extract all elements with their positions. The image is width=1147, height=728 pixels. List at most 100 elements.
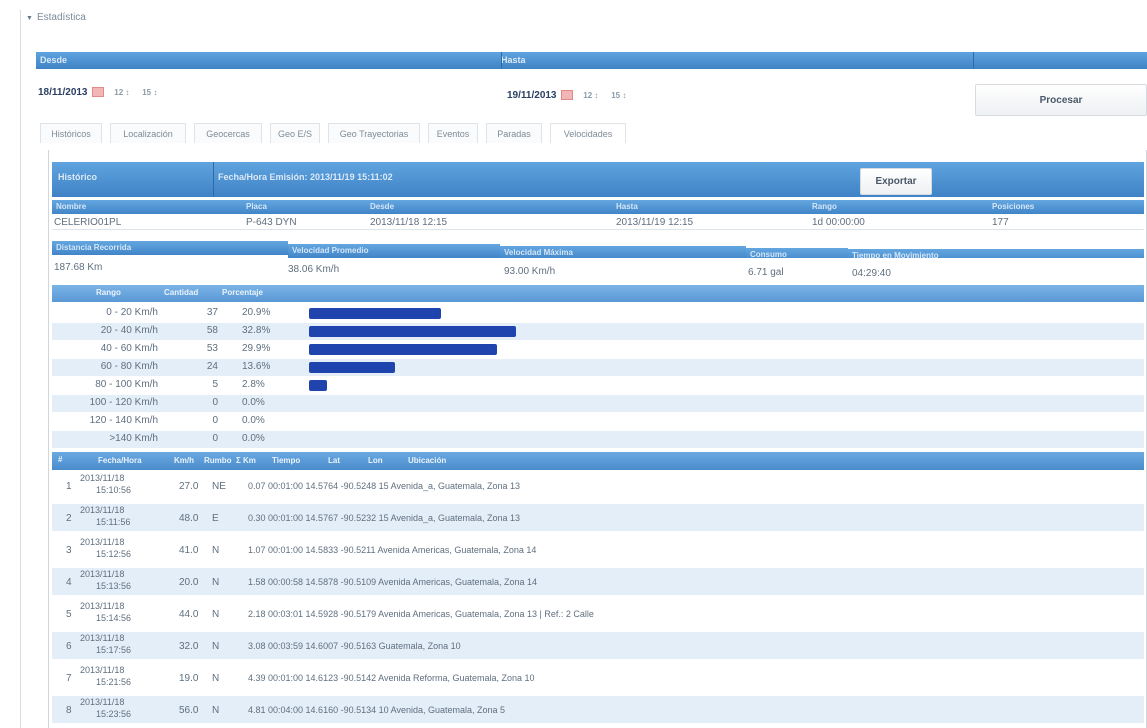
col-placa: Placa xyxy=(242,200,366,214)
from-hour-spinner[interactable]: 12 ↕ xyxy=(114,88,129,97)
range-row: 40 - 60 Km/h 53 29.9% xyxy=(52,341,1144,358)
range-count: 37 xyxy=(206,307,218,318)
table-row[interactable]: 4 2013/11/18 15:13:56 20.0 N 1.58 00:00:58 14… xyxy=(52,568,1144,595)
tab-velocidades[interactable]: Velocidades xyxy=(550,123,626,143)
row-index: 5 xyxy=(66,609,72,620)
range-percent: 29.9% xyxy=(242,343,271,354)
collapse-triangle-icon[interactable]: ▼ xyxy=(26,15,33,22)
range-label: 80 - 100 Km/h xyxy=(95,379,158,390)
row-speed: 27.0 xyxy=(179,481,199,492)
detail-header: # Fecha/Hora Km/h Rumbo Σ Km Tiempo Lat … xyxy=(52,452,1144,470)
row-details: 1.07 00:01:00 14.5833 -90.5211 Avenida A… xyxy=(248,545,537,555)
row-time: 15:14:56 xyxy=(96,613,132,623)
row-heading: N xyxy=(212,609,220,620)
range-count: 0 xyxy=(212,415,218,426)
tab-paradas[interactable]: Paradas xyxy=(486,123,542,143)
table-row[interactable]: 5 2013/11/18 15:14:56 44.0 N 2.18 00:03:01 14… xyxy=(52,600,1144,627)
vehicle-to: 2013/11/19 12:15 xyxy=(616,217,694,228)
distance-value: 187.68 Km xyxy=(54,262,103,273)
row-index: 6 xyxy=(66,641,72,652)
range-percent: 2.8% xyxy=(242,379,265,390)
range-count: 24 xyxy=(206,361,218,372)
row-time: 15:21:56 xyxy=(96,677,132,687)
row-date: 2013/11/18 xyxy=(80,505,125,515)
table-row[interactable]: 2 2013/11/18 15:11:56 48.0 E 0.30 00:01:00 14… xyxy=(52,504,1144,531)
section-header[interactable]: ▼ Estadística xyxy=(26,12,86,23)
row-heading: N xyxy=(212,545,220,556)
tab-geocercas[interactable]: Geocercas xyxy=(194,123,262,143)
row-time: 15:10:56 xyxy=(96,485,132,495)
row-date: 2013/11/18 xyxy=(80,537,125,547)
row-time: 15:11:56 xyxy=(96,517,131,527)
table-row[interactable]: 7 2013/11/18 15:21:56 19.0 N 4.39 00:01:00 14… xyxy=(52,664,1144,691)
vehicle-row: CELERIO01PL P-643 DYN 2013/11/18 12:15 2… xyxy=(52,215,1144,230)
row-time: 15:17:56 xyxy=(96,645,132,655)
row-heading: E xyxy=(212,513,219,524)
col-time: Tiempo xyxy=(272,456,301,465)
row-details: 4.39 00:01:00 14.6123 -90.5142 Avenida R… xyxy=(248,673,535,683)
row-details: 4.81 00:04:00 14.6160 -90.5134 10 Avenid… xyxy=(248,705,506,715)
tab-eventos[interactable]: Eventos xyxy=(428,123,478,143)
from-min-spinner[interactable]: 15 ↕ xyxy=(142,88,157,97)
range-label: 60 - 80 Km/h xyxy=(100,361,158,372)
vehicle-plate: P-643 DYN xyxy=(246,217,297,228)
to-hour-spinner[interactable]: 12 ↕ xyxy=(583,91,598,100)
from-date-input[interactable]: 18/11/2013 xyxy=(38,87,88,98)
col-count: Cantidad xyxy=(164,288,199,297)
ranges-header: Rango Cantidad Porcentaje xyxy=(52,285,1144,302)
col-lat: Lat xyxy=(328,456,340,465)
range-bar xyxy=(309,326,516,337)
row-date: 2013/11/18 xyxy=(80,601,125,611)
range-row: >140 Km/h 0 0.0% xyxy=(52,431,1144,448)
consumption-value: 6.71 gal xyxy=(748,267,784,278)
col-distancia: Distancia Recorrida xyxy=(52,241,288,255)
range-row: 100 - 120 Km/h 0 0.0% xyxy=(52,395,1144,412)
range-percent: 20.9% xyxy=(242,307,271,318)
range-count: 0 xyxy=(212,397,218,408)
to-date-input[interactable]: 19/11/2013 xyxy=(507,90,557,101)
historico-label: Histórico xyxy=(58,172,98,182)
col-lon: Lon xyxy=(368,456,383,465)
col-desde: Desde xyxy=(366,200,612,214)
to-min-spinner[interactable]: 15 ↕ xyxy=(611,91,626,100)
row-heading: N xyxy=(212,641,220,652)
row-index: 1 xyxy=(66,481,72,492)
divider xyxy=(213,162,214,197)
row-details: 2.18 00:03:01 14.5928 -90.5179 Avenida A… xyxy=(248,609,594,619)
vehicle-positions: 177 xyxy=(992,217,1009,228)
row-index: 3 xyxy=(66,545,72,556)
table-row[interactable]: 1 2013/11/18 15:10:56 27.0 NE 0.07 00:01:00 1… xyxy=(52,472,1144,499)
col-percent: Porcentaje xyxy=(222,288,263,297)
range-bar xyxy=(309,380,327,391)
range-row: 20 - 40 Km/h 58 32.8% xyxy=(52,323,1144,340)
emission-timestamp: Fecha/Hora Emisión: 2013/11/19 15:11:02 xyxy=(218,172,393,182)
tab-geo-es[interactable]: Geo E/S xyxy=(270,123,320,143)
date-range-header: Desde Hasta xyxy=(36,52,1147,69)
range-row: 120 - 140 Km/h 0 0.0% xyxy=(52,413,1144,430)
tab-geo-trayectorias[interactable]: Geo Trayectorias xyxy=(328,123,420,143)
tab-localizacion[interactable]: Localización xyxy=(110,123,186,143)
table-row[interactable]: 8 2013/11/18 15:23:56 56.0 N 4.81 00:04:00 14… xyxy=(52,696,1144,723)
tab-historicos[interactable]: Históricos xyxy=(40,123,102,143)
row-speed: 56.0 xyxy=(179,705,199,716)
col-vel-promedio: Velocidad Promedio xyxy=(288,244,500,258)
calendar-icon[interactable] xyxy=(91,87,104,98)
historico-bar: Histórico Fecha/Hora Emisión: 2013/11/19… xyxy=(52,162,1144,197)
range-count: 5 xyxy=(212,379,218,390)
col-range: Rango xyxy=(96,288,121,297)
process-button[interactable]: Procesar xyxy=(975,84,1147,116)
from-date-group: 18/11/2013 12 ↕ 15 ↕ xyxy=(38,87,157,98)
export-button[interactable]: Exportar xyxy=(860,168,932,195)
row-details: 0.30 00:01:00 14.5767 -90.5232 15 Avenid… xyxy=(248,513,521,523)
col-rango: Rango xyxy=(808,200,988,214)
col-nombre: Nombre xyxy=(52,200,242,214)
range-label: >140 Km/h xyxy=(109,433,158,444)
desde-label: Desde xyxy=(40,55,68,65)
moving-time-value: 04:29:40 xyxy=(852,268,891,279)
calendar-icon[interactable] xyxy=(560,90,573,101)
table-row[interactable]: 3 2013/11/18 15:12:56 41.0 N 1.07 00:01:00 14… xyxy=(52,536,1144,563)
range-bar xyxy=(309,344,497,355)
row-index: 7 xyxy=(66,673,72,684)
table-row[interactable]: 6 2013/11/18 15:17:56 32.0 N 3.08 00:03:59 14… xyxy=(52,632,1144,659)
row-speed: 41.0 xyxy=(179,545,199,556)
